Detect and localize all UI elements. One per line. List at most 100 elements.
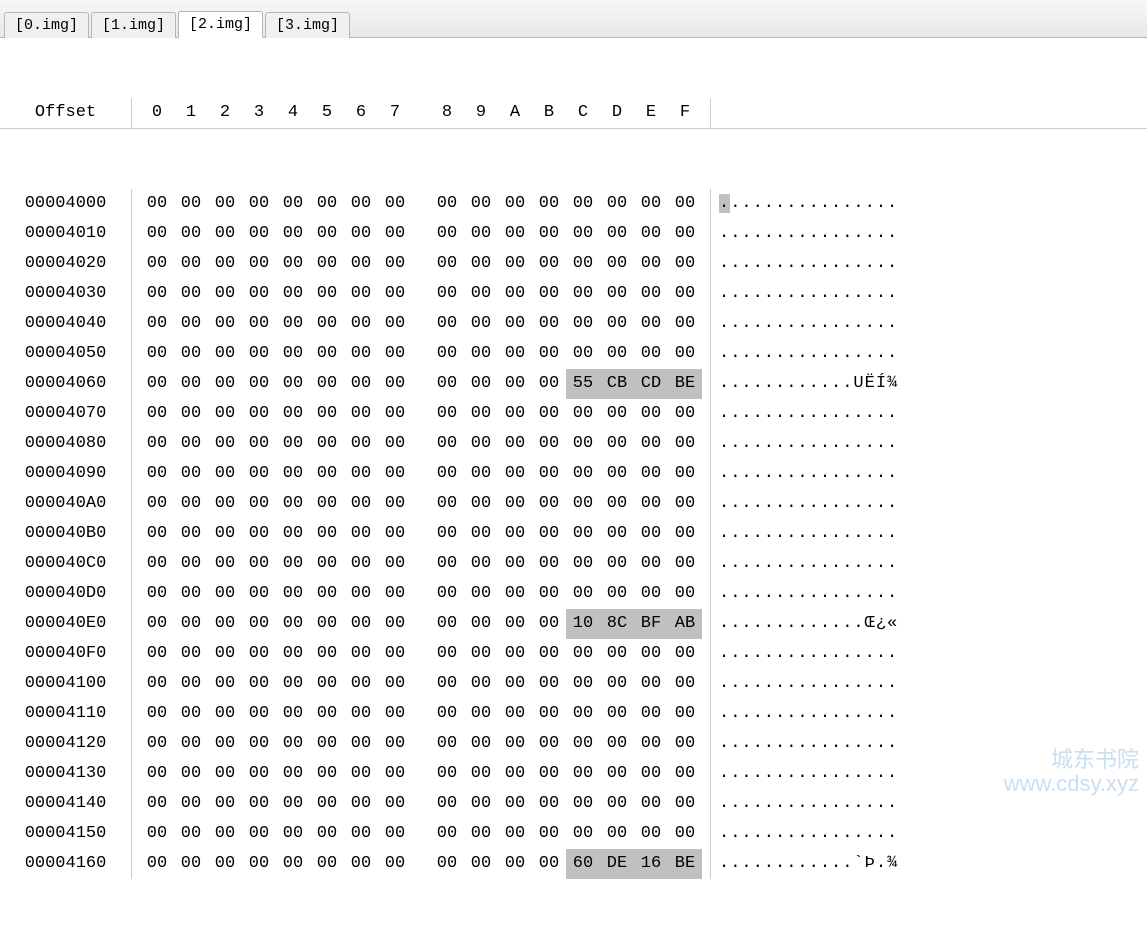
hex-byte[interactable]: 00 — [276, 579, 310, 609]
hex-bytes[interactable]: 00000000000000000000000000000000 — [132, 339, 711, 369]
hex-byte[interactable]: 00 — [600, 819, 634, 849]
hex-byte[interactable]: 00 — [378, 849, 412, 879]
hex-byte[interactable]: 00 — [174, 399, 208, 429]
hex-byte[interactable]: 00 — [242, 759, 276, 789]
hex-row[interactable]: 0000401000000000000000000000000000000000… — [0, 219, 1147, 249]
hex-row[interactable]: 0000407000000000000000000000000000000000… — [0, 399, 1147, 429]
hex-byte[interactable]: 00 — [174, 579, 208, 609]
hex-byte[interactable]: 00 — [532, 729, 566, 759]
hex-bytes[interactable]: 00000000000000000000000000000000 — [132, 459, 711, 489]
hex-row[interactable]: 000040A000000000000000000000000000000000… — [0, 489, 1147, 519]
hex-byte[interactable]: 00 — [430, 549, 464, 579]
hex-byte[interactable]: 00 — [140, 279, 174, 309]
hex-byte[interactable]: 00 — [566, 639, 600, 669]
hex-byte[interactable]: 55 — [566, 369, 600, 399]
hex-byte[interactable]: 00 — [430, 609, 464, 639]
hex-row[interactable]: 0000400000000000000000000000000000000000… — [0, 189, 1147, 219]
hex-byte[interactable]: 00 — [532, 219, 566, 249]
hex-bytes[interactable]: 00000000000000000000000000000000 — [132, 489, 711, 519]
ascii-cell[interactable]: .............Œ¿« — [711, 609, 906, 639]
hex-byte[interactable]: 00 — [600, 579, 634, 609]
hex-byte[interactable]: 00 — [242, 399, 276, 429]
hex-byte[interactable]: 00 — [208, 639, 242, 669]
ascii-cell[interactable]: ................ — [711, 549, 906, 579]
hex-byte[interactable]: 00 — [208, 669, 242, 699]
hex-byte[interactable]: 00 — [310, 429, 344, 459]
ascii-cell[interactable]: ................ — [711, 249, 906, 279]
hex-byte[interactable]: 00 — [430, 849, 464, 879]
hex-byte[interactable]: 00 — [242, 729, 276, 759]
hex-byte[interactable]: 00 — [566, 429, 600, 459]
hex-byte[interactable]: 00 — [668, 459, 702, 489]
hex-byte[interactable]: 00 — [532, 519, 566, 549]
hex-byte[interactable]: 00 — [174, 459, 208, 489]
ascii-cell[interactable]: ................ — [711, 759, 906, 789]
hex-row[interactable]: 0000403000000000000000000000000000000000… — [0, 279, 1147, 309]
ascii-cell[interactable]: ................ — [711, 339, 906, 369]
hex-bytes[interactable]: 000000000000000000000000108CBFAB — [132, 609, 711, 639]
hex-byte[interactable]: 00 — [242, 669, 276, 699]
hex-byte[interactable]: 00 — [600, 459, 634, 489]
hex-byte[interactable]: 00 — [566, 459, 600, 489]
hex-byte[interactable]: 00 — [600, 519, 634, 549]
hex-byte[interactable]: 00 — [532, 339, 566, 369]
hex-byte[interactable]: 00 — [140, 759, 174, 789]
hex-byte[interactable]: 00 — [208, 279, 242, 309]
hex-bytes[interactable]: 00000000000000000000000000000000 — [132, 279, 711, 309]
ascii-cell[interactable]: ................ — [711, 459, 906, 489]
hex-byte[interactable]: 00 — [498, 369, 532, 399]
hex-byte[interactable]: 00 — [634, 789, 668, 819]
hex-byte[interactable]: 00 — [310, 219, 344, 249]
hex-bytes[interactable]: 00000000000000000000000060DE16BE — [132, 849, 711, 879]
hex-byte[interactable]: 00 — [344, 639, 378, 669]
hex-byte[interactable]: 00 — [532, 489, 566, 519]
hex-byte[interactable]: 00 — [174, 249, 208, 279]
hex-byte[interactable]: 00 — [174, 279, 208, 309]
hex-byte[interactable]: 00 — [344, 429, 378, 459]
hex-byte[interactable]: 00 — [378, 639, 412, 669]
hex-byte[interactable]: 00 — [344, 549, 378, 579]
hex-byte[interactable]: 00 — [464, 249, 498, 279]
hex-byte[interactable]: 00 — [634, 249, 668, 279]
hex-byte[interactable]: 00 — [430, 249, 464, 279]
hex-byte[interactable]: 00 — [464, 699, 498, 729]
ascii-cell[interactable]: ................ — [711, 219, 906, 249]
hex-byte[interactable]: 00 — [310, 339, 344, 369]
hex-byte[interactable]: 00 — [600, 549, 634, 579]
hex-byte[interactable]: 00 — [498, 579, 532, 609]
hex-byte[interactable]: 00 — [378, 609, 412, 639]
hex-byte[interactable]: 00 — [378, 699, 412, 729]
hex-byte[interactable]: 00 — [600, 729, 634, 759]
hex-byte[interactable]: 00 — [498, 699, 532, 729]
hex-row[interactable]: 000040D000000000000000000000000000000000… — [0, 579, 1147, 609]
hex-byte[interactable]: 00 — [668, 549, 702, 579]
hex-byte[interactable]: 00 — [634, 399, 668, 429]
hex-byte[interactable]: 00 — [430, 459, 464, 489]
hex-byte[interactable]: 00 — [276, 189, 310, 219]
hex-byte[interactable]: 00 — [310, 309, 344, 339]
hex-byte[interactable]: 00 — [174, 429, 208, 459]
hex-byte[interactable]: 00 — [464, 549, 498, 579]
hex-byte[interactable]: 00 — [344, 759, 378, 789]
hex-byte[interactable]: 00 — [242, 819, 276, 849]
hex-byte[interactable]: 00 — [600, 789, 634, 819]
hex-byte[interactable]: 00 — [310, 819, 344, 849]
hex-byte[interactable]: 00 — [668, 579, 702, 609]
hex-byte[interactable]: 00 — [310, 189, 344, 219]
hex-byte[interactable]: 00 — [208, 459, 242, 489]
hex-byte[interactable]: 00 — [140, 189, 174, 219]
hex-byte[interactable]: 00 — [430, 489, 464, 519]
hex-byte[interactable]: 00 — [498, 279, 532, 309]
hex-byte[interactable]: 00 — [464, 729, 498, 759]
hex-byte[interactable]: 00 — [378, 369, 412, 399]
hex-byte[interactable]: DE — [600, 849, 634, 879]
hex-byte[interactable]: 00 — [242, 459, 276, 489]
hex-byte[interactable]: 00 — [498, 309, 532, 339]
hex-byte[interactable]: 00 — [344, 249, 378, 279]
hex-byte[interactable]: 00 — [430, 279, 464, 309]
hex-byte[interactable]: 00 — [430, 369, 464, 399]
hex-byte[interactable]: 00 — [242, 639, 276, 669]
hex-row[interactable]: 000040F000000000000000000000000000000000… — [0, 639, 1147, 669]
hex-byte[interactable]: 00 — [430, 189, 464, 219]
hex-byte[interactable]: 00 — [378, 789, 412, 819]
